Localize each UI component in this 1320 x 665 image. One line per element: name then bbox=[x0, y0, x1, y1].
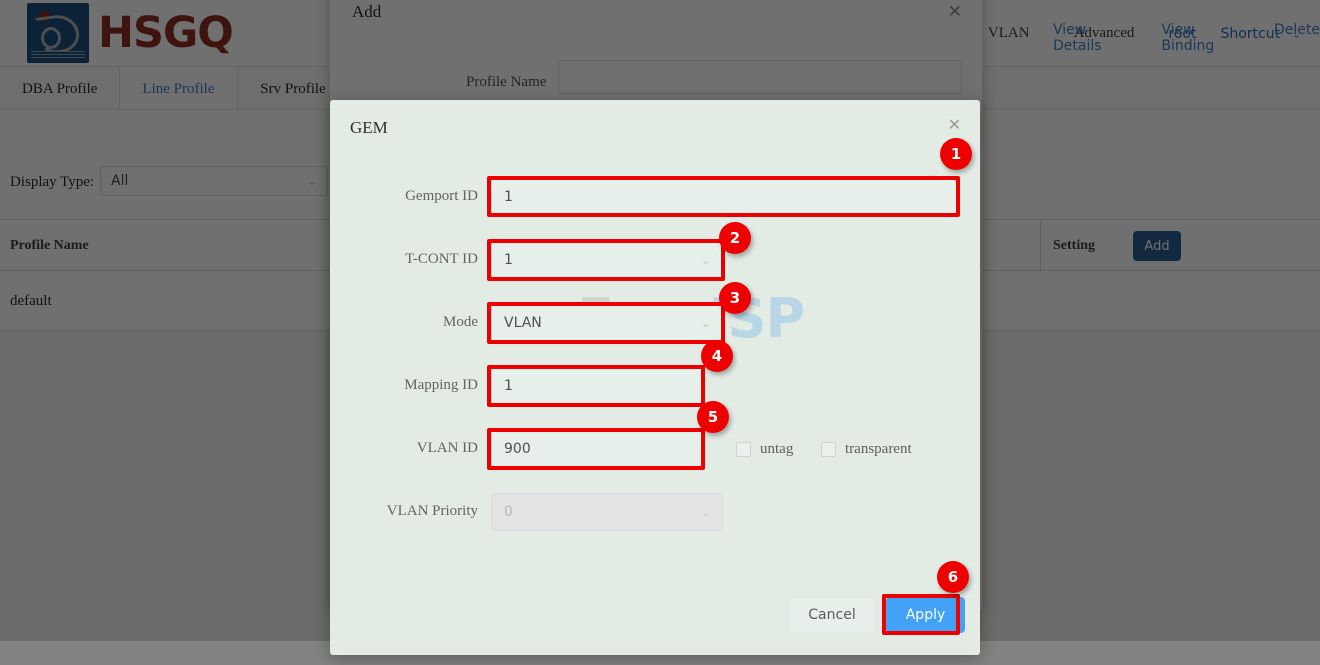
vlan-priority-value: 0 bbox=[504, 504, 513, 520]
mode-label: Mode bbox=[378, 314, 478, 331]
mapping-id-label: Mapping ID bbox=[378, 377, 478, 394]
chevron-down-icon: ⌄ bbox=[701, 253, 711, 267]
annotation-badge-4: 4 bbox=[701, 340, 733, 372]
gem-dialog: GEM ✕ ForoISP Gemport ID 1 T-CONT ID 1 ⌄… bbox=[330, 100, 980, 655]
annotation-badge-3: 3 bbox=[719, 282, 751, 314]
close-icon[interactable]: ✕ bbox=[948, 118, 961, 134]
screen-root: HSGQ VLAN Advanced root Shortcut ⌄ DBA P… bbox=[0, 0, 1320, 665]
mode-select[interactable]: VLAN ⌄ bbox=[491, 304, 723, 342]
chevron-down-icon: ⌄ bbox=[701, 316, 711, 330]
untag-checkbox-group[interactable]: untag bbox=[736, 441, 793, 458]
transparent-checkbox-group[interactable]: transparent bbox=[821, 441, 912, 458]
untag-checkbox[interactable] bbox=[736, 442, 751, 457]
chevron-down-icon: ⌄ bbox=[701, 505, 711, 519]
cancel-button[interactable]: Cancel bbox=[788, 597, 876, 633]
vlan-id-value: 900 bbox=[504, 441, 531, 457]
vlan-priority-select: 0 ⌄ bbox=[491, 493, 723, 531]
mapping-id-value: 1 bbox=[504, 378, 513, 394]
vlan-id-label: VLAN ID bbox=[378, 440, 478, 457]
gemport-id-input[interactable]: 1 bbox=[491, 178, 958, 215]
tcont-id-select[interactable]: 1 ⌄ bbox=[491, 241, 723, 279]
untag-label: untag bbox=[760, 441, 793, 458]
transparent-checkbox[interactable] bbox=[821, 442, 836, 457]
annotation-badge-6: 6 bbox=[937, 561, 969, 593]
gemport-id-label: Gemport ID bbox=[378, 188, 478, 205]
mode-value: VLAN bbox=[504, 315, 542, 331]
annotation-badge-2: 2 bbox=[719, 222, 751, 254]
annotation-badge-1: 1 bbox=[940, 138, 972, 170]
vlan-priority-label: VLAN Priority bbox=[358, 503, 478, 520]
mapping-id-input[interactable]: 1 bbox=[491, 367, 703, 405]
annotation-badge-5: 5 bbox=[697, 401, 729, 433]
transparent-label: transparent bbox=[845, 441, 912, 458]
gem-dialog-title: GEM bbox=[350, 118, 388, 138]
gemport-id-value: 1 bbox=[504, 189, 513, 205]
tcont-id-label: T-CONT ID bbox=[378, 251, 478, 268]
apply-button[interactable]: Apply bbox=[886, 597, 965, 633]
tcont-id-value: 1 bbox=[504, 252, 513, 268]
vlan-id-input[interactable]: 900 bbox=[491, 430, 703, 468]
